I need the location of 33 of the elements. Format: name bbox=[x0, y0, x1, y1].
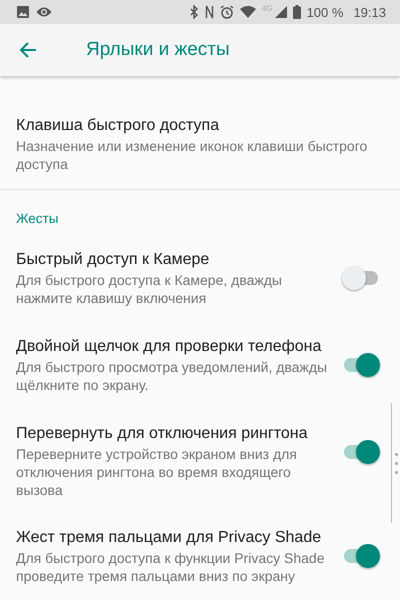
settings-item[interactable]: Клавиша быстрого доступа Назначение или изменение иконок клавиши быстрого доступа bbox=[0, 101, 400, 187]
item-summary: Для быстрого доступа к функции Privacy Shade проведите тремя пальцами вниз по экрану bbox=[16, 549, 326, 585]
alarm-icon bbox=[220, 5, 234, 19]
toggle-switch[interactable] bbox=[342, 544, 380, 568]
item-title: Двойной щелчок для проверки телефона bbox=[16, 337, 322, 357]
toggle-switch[interactable] bbox=[342, 353, 380, 377]
settings-item[interactable]: Быстрый доступ к Камере Для быстрого доступа к Камере, дважды нажмите клавишу включения bbox=[0, 235, 400, 322]
item-title: Клавиша быстрого доступа bbox=[16, 116, 220, 136]
item-summary: Переверните устройство экраном вниз для отключения рингтона во время входящего вызова bbox=[16, 445, 298, 499]
item-summary: Для быстрого доступа к Камере, дважды нажмите клавишу включения bbox=[16, 271, 283, 307]
nfc-icon bbox=[204, 5, 214, 19]
settings-item[interactable]: Перевернуть для отключения рингтона Переверните устройство экраном вниз для отключения рингтона во время входящего вызова bbox=[0, 409, 400, 513]
toggle-switch[interactable] bbox=[342, 266, 380, 290]
item-title: Быстрый доступ к Камере bbox=[16, 250, 210, 270]
bluetooth-icon bbox=[190, 5, 199, 19]
clock: 19:13 bbox=[353, 4, 386, 20]
item-title: Перевернуть для отключения рингтона bbox=[16, 424, 308, 444]
toggle-switch[interactable] bbox=[342, 440, 380, 464]
battery-percent: 100 % bbox=[306, 4, 344, 20]
battery-icon bbox=[292, 5, 301, 19]
settings-item[interactable]: Жест тремя пальцами для Privacy Shade Для быстрого доступа к функции Privacy Shade проведите тремя пальцами вниз по экрану bbox=[0, 513, 400, 600]
eye-icon bbox=[36, 6, 52, 18]
item-title: Жест тремя пальцами для Privacy Shade bbox=[16, 528, 322, 548]
item-summary: Для быстрого просмотра уведомлений, дважды щёлкните по экрану. bbox=[16, 358, 328, 394]
image-icon bbox=[16, 5, 30, 19]
back-arrow-icon[interactable] bbox=[18, 40, 38, 60]
screen-title: Ярлыки и жесты bbox=[86, 39, 230, 61]
wifi-icon bbox=[240, 6, 256, 18]
section-header: Жесты bbox=[15, 210, 60, 228]
signal-icon bbox=[274, 6, 287, 18]
item-summary: Назначение или изменение иконок клавиши быстрого доступа bbox=[16, 137, 368, 173]
settings-item[interactable]: Двойной щелчок для проверки телефона Для быстрого просмотра уведомлений, дважды щёлкните по экрану. bbox=[0, 322, 400, 409]
edge-panel-handle[interactable] bbox=[391, 403, 400, 523]
